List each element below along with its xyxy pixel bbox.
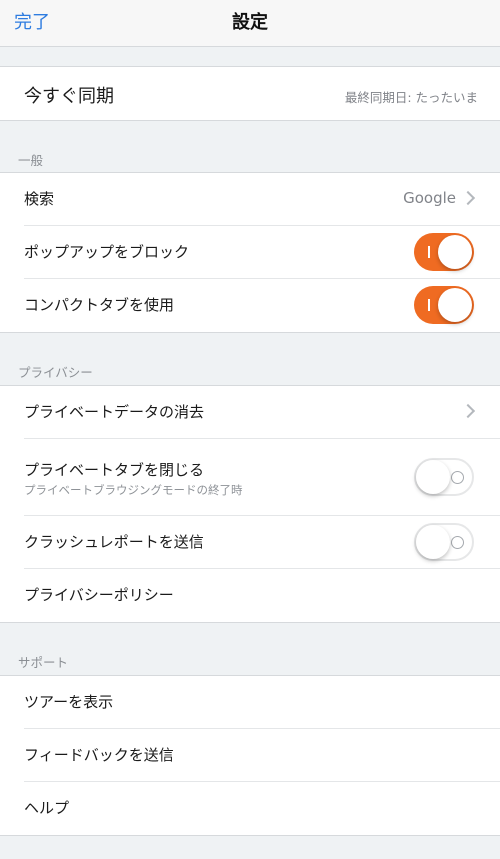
send-crash-reports-label: クラッシュレポートを送信	[24, 533, 204, 551]
clear-private-data-row[interactable]: プライベートデータの消去	[24, 386, 500, 439]
send-crash-reports-toggle[interactable]	[414, 523, 474, 561]
compact-tabs-row: コンパクトタブを使用	[24, 279, 500, 332]
search-engine-label: 検索	[24, 190, 55, 208]
toggle-knob	[438, 235, 472, 269]
help-label: ヘルプ	[24, 799, 70, 817]
send-crash-reports-row: クラッシュレポートを送信	[24, 516, 500, 569]
toggle-knob	[416, 525, 450, 559]
page-title: 設定	[232, 12, 268, 33]
privacy-policy-label: プライバシーポリシー	[24, 586, 174, 604]
toggle-on-icon	[428, 299, 430, 311]
close-private-tabs-toggle[interactable]	[414, 458, 474, 496]
chevron-right-icon	[460, 190, 476, 206]
navigation-bar: 完了 設定	[0, 0, 500, 47]
clear-private-data-label: プライベートデータの消去	[24, 403, 205, 421]
show-tour-row[interactable]: ツアーを表示	[24, 676, 500, 729]
send-feedback-label: フィードバックを送信	[24, 746, 174, 764]
compact-tabs-label: コンパクトタブを使用	[24, 296, 175, 314]
support-group: ツアーを表示 フィードバックを送信 ヘルプ	[0, 675, 500, 836]
section-header-support: サポート	[18, 655, 69, 670]
sync-group: 今すぐ同期 最終同期日: たったいま	[0, 66, 500, 121]
toggle-off-icon	[451, 471, 464, 484]
close-private-tabs-row: プライベートタブを閉じる プライベートブラウジングモードの終了時	[24, 439, 500, 516]
general-group: 検索 Google ポップアップをブロック コンパクトタブを使用	[0, 172, 500, 333]
block-popups-row: ポップアップをブロック	[24, 226, 500, 279]
show-tour-label: ツアーを表示	[24, 693, 114, 711]
close-private-tabs-label: プライベートタブを閉じる	[24, 461, 205, 479]
block-popups-toggle[interactable]	[414, 233, 474, 271]
block-popups-label: ポップアップをブロック	[24, 243, 190, 261]
search-engine-value: Google	[403, 189, 456, 207]
search-engine-row[interactable]: 検索 Google	[24, 173, 500, 226]
sync-now-label: 今すぐ同期	[24, 86, 114, 107]
toggle-knob	[416, 460, 450, 494]
sync-now-row[interactable]: 今すぐ同期 最終同期日: たったいま	[24, 67, 500, 120]
close-private-tabs-sublabel: プライベートブラウジングモードの終了時	[24, 483, 243, 497]
privacy-policy-row[interactable]: プライバシーポリシー	[24, 569, 500, 622]
toggle-knob	[438, 288, 472, 322]
send-feedback-row[interactable]: フィードバックを送信	[24, 729, 500, 782]
chevron-right-icon	[460, 403, 476, 419]
compact-tabs-toggle[interactable]	[414, 286, 474, 324]
section-header-privacy: プライバシー	[18, 365, 93, 380]
help-row[interactable]: ヘルプ	[24, 782, 500, 835]
privacy-group: プライベートデータの消去 プライベートタブを閉じる プライベートブラウジングモー…	[0, 385, 500, 623]
last-sync-status: 最終同期日: たったいま	[344, 90, 478, 105]
toggle-on-icon	[428, 246, 430, 258]
toggle-off-icon	[451, 536, 464, 549]
section-header-general: 一般	[18, 153, 44, 168]
